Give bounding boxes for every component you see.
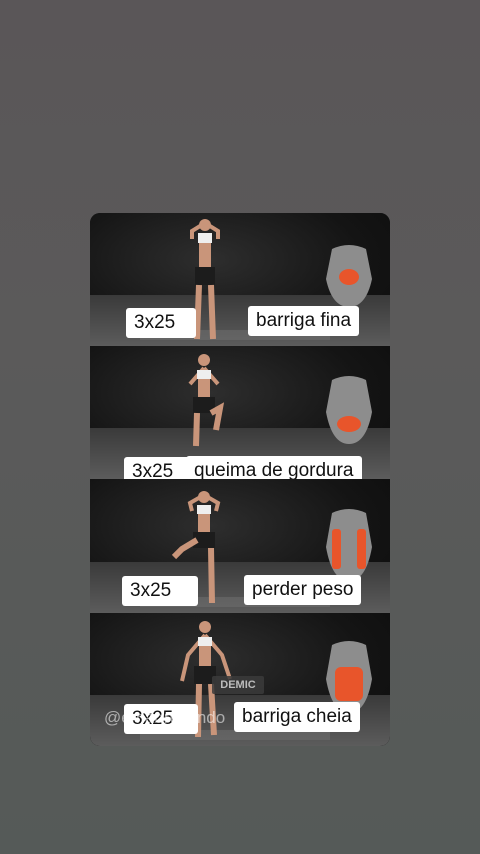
abdomen-anatomy-icon <box>326 509 372 581</box>
goal-label: queima de gordura <box>186 456 362 479</box>
goal-label: barriga fina <box>248 306 360 336</box>
goal-label: barriga cheia <box>234 702 360 732</box>
watermark-badge: DEMIC <box>212 676 264 694</box>
exercise-panel-1: 3x25 barriga fina <box>90 213 390 346</box>
exercise-panel-2: 3x25 queima de gordura <box>90 346 390 479</box>
story-card[interactable]: 3x25 barriga fina 3x25 queima de gordura <box>90 213 390 746</box>
watermark-handle: @emagrecendo <box>104 708 226 727</box>
reps-label: 3x25 <box>126 308 196 338</box>
exercise-panel-3: 3x25 perder peso <box>90 479 390 613</box>
woman-figure <box>188 354 225 447</box>
abdomen-anatomy-icon <box>326 376 372 444</box>
abdomen-anatomy-icon <box>326 245 372 307</box>
reps-label: 3x25 <box>122 576 198 606</box>
goal-label: perder peso <box>244 575 362 605</box>
